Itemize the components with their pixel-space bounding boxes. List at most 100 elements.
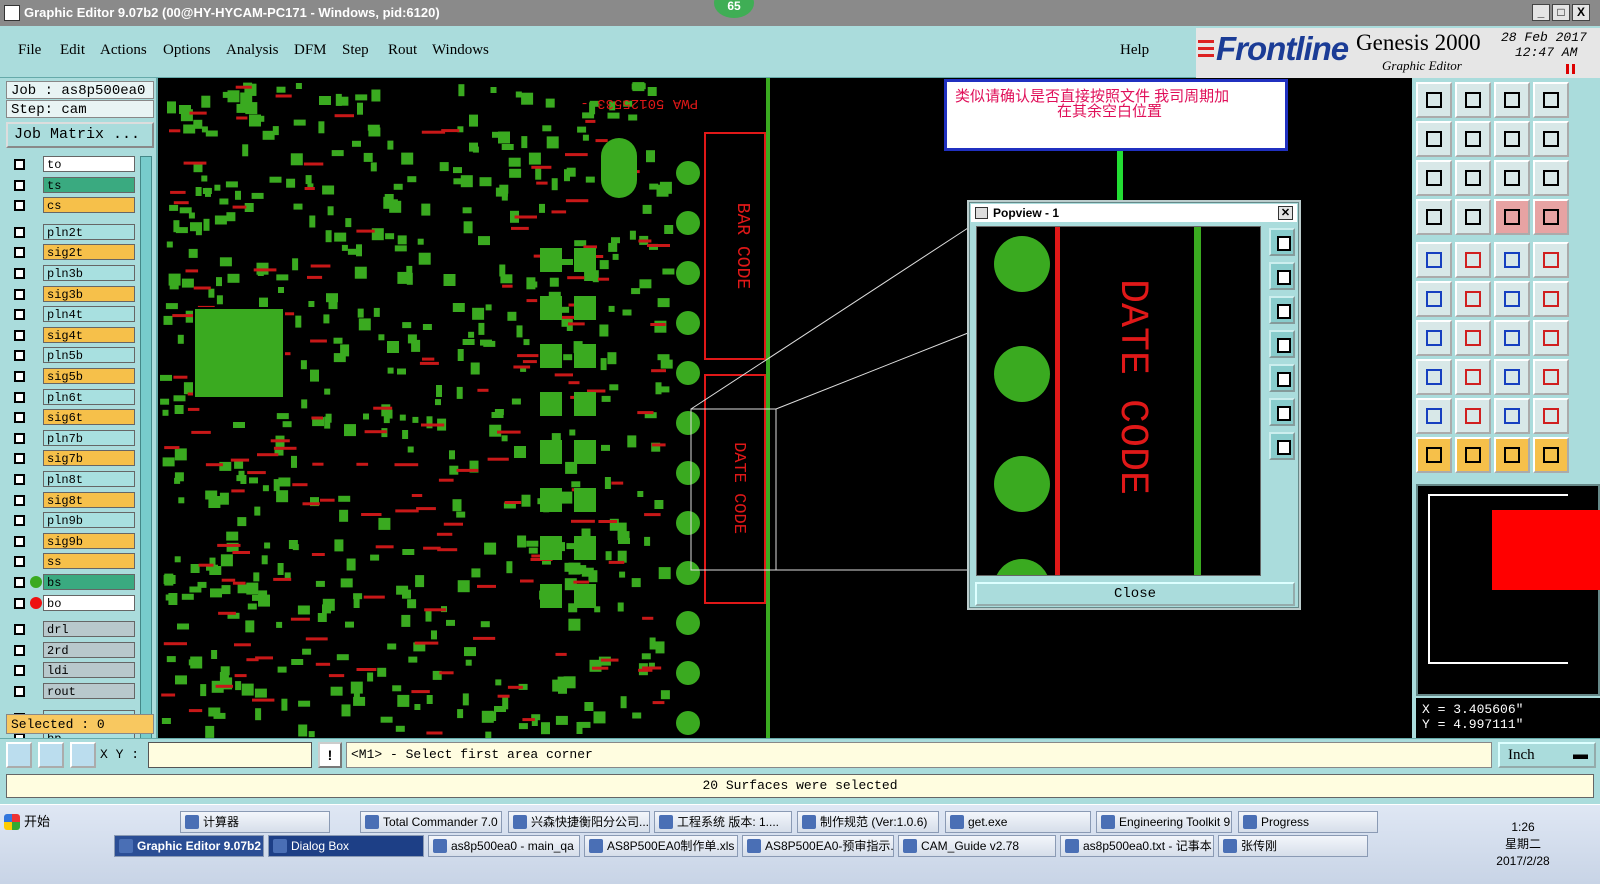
layer-checkbox[interactable] [14,247,25,259]
grid-icon[interactable] [70,742,96,768]
menu-analysis[interactable]: Analysis [226,42,279,59]
tool-button-r1-c2[interactable] [1455,82,1491,118]
tool-button-r3-c2[interactable] [1455,160,1491,196]
layer-row[interactable]: bo [10,594,135,611]
tool-button-r10-c1[interactable] [1416,437,1452,473]
layer-checkbox[interactable] [14,556,25,568]
taskbar-item[interactable]: Engineering Toolkit 9.... [1096,811,1232,833]
layer-checkbox[interactable] [14,226,25,238]
layer-row[interactable]: pln8t [10,471,135,487]
layer-row[interactable]: sig7b [10,450,135,467]
layer-row[interactable]: ldi [10,662,135,679]
menu-edit[interactable]: Edit [60,42,85,59]
unit-selector[interactable]: Inch ▬ [1498,742,1596,768]
layer-row[interactable]: ts [10,176,135,193]
tool-button-r9-c2[interactable] [1455,398,1491,434]
taskbar-item[interactable]: Progress [1238,811,1378,833]
layer-checkbox[interactable] [14,350,25,362]
tool-button-r3-c4[interactable] [1533,160,1569,196]
layer-row[interactable]: pln7b [10,429,135,446]
tool-button-r9-c3[interactable] [1494,398,1530,434]
tool-button-r7-c1[interactable] [1416,320,1452,356]
tool-button-r3-c1[interactable] [1416,160,1452,196]
tool-button-r8-c2[interactable] [1455,359,1491,395]
layer-row[interactable]: 2rd [10,641,135,658]
layer-list-scrollbar[interactable] [140,156,152,796]
layer-row[interactable]: sig9b [10,532,135,549]
menu-help[interactable]: Help [1120,42,1149,59]
snap-icon[interactable] [6,742,32,768]
tool-button-r10-c3[interactable] [1494,437,1530,473]
layer-row[interactable]: sig8t [10,491,135,508]
layer-checkbox[interactable] [14,288,25,300]
layer-checkbox[interactable] [14,329,25,341]
maximize-button[interactable]: □ [1552,4,1570,21]
layer-row[interactable]: pln6t [10,388,135,405]
layer-row[interactable]: rout [10,683,135,699]
tool-button-r7-c2[interactable] [1455,320,1491,356]
popview-tool-pan-up[interactable] [1269,262,1295,290]
layer-row[interactable]: pln4t [10,306,135,323]
layer-row[interactable]: sig2t [10,244,135,261]
tool-button-r8-c4[interactable] [1533,359,1569,395]
tool-button-r6-c3[interactable] [1494,281,1530,317]
popview-close-button[interactable]: Close [975,582,1295,606]
taskbar-item[interactable]: 计算器 [180,811,330,833]
tool-button-r8-c3[interactable] [1494,359,1530,395]
system-clock[interactable]: 1:26 星期二 2017/2/28 [1488,819,1558,870]
layer-checkbox[interactable] [14,474,25,485]
menu-actions[interactable]: Actions [100,42,147,59]
tool-button-r7-c3[interactable] [1494,320,1530,356]
taskbar-item[interactable]: CAM_Guide v2.78 [898,835,1056,857]
layer-checkbox[interactable] [14,179,25,191]
taskbar-item[interactable]: 兴森快捷衡阳分公司... [508,811,650,833]
taskbar-item[interactable]: as8p500ea0 - main_qa [428,835,580,857]
layer-row[interactable]: pln3b [10,265,135,281]
layer-row[interactable]: to [10,156,135,172]
taskbar-item[interactable]: get.exe [945,811,1091,833]
layer-checkbox[interactable] [14,535,25,547]
tool-button-r6-c2[interactable] [1455,281,1491,317]
tool-button-r9-c1[interactable] [1416,398,1452,434]
popview-close-icon[interactable]: ✕ [1278,206,1293,220]
xy-input[interactable] [148,742,312,768]
menu-step[interactable]: Step [342,42,369,59]
taskbar-item[interactable]: AS8P500EA0制作单.xls ... [584,835,738,857]
layer-row[interactable]: pln5b [10,347,135,364]
popview-tool-zoom-fit[interactable] [1269,228,1295,256]
tool-button-r8-c1[interactable] [1416,359,1452,395]
tool-button-r2-c4[interactable] [1533,121,1569,157]
tool-button-r7-c4[interactable] [1533,320,1569,356]
popview-tool-zoom-out[interactable] [1269,432,1295,460]
layer-row[interactable]: sig6t [10,409,135,426]
board-minimap[interactable] [1416,484,1600,696]
tool-button-r9-c4[interactable] [1533,398,1569,434]
menu-dfm[interactable]: DFM [294,42,327,59]
execute-button[interactable]: ! [318,742,342,768]
layer-row[interactable]: ss [10,553,135,570]
popview-tool-pan-down[interactable] [1269,296,1295,324]
taskbar-item[interactable]: 工程系统 版本: 1.... [654,811,792,833]
tool-button-r4-c4[interactable] [1533,199,1569,235]
tool-button-r10-c2[interactable] [1455,437,1491,473]
tool-button-r4-c1[interactable] [1416,199,1452,235]
tool-button-r5-c4[interactable] [1533,242,1569,278]
taskbar-item[interactable]: Dialog Box [268,835,424,857]
tool-button-r5-c2[interactable] [1455,242,1491,278]
taskbar-item[interactable]: 制作规范 (Ver:1.0.6) [797,811,939,833]
layer-checkbox[interactable] [14,453,25,465]
tool-button-r6-c1[interactable] [1416,281,1452,317]
start-button[interactable]: 开始 [2,811,60,833]
menu-options[interactable]: Options [163,42,211,59]
tool-button-r4-c2[interactable] [1455,199,1491,235]
menu-rout[interactable]: Rout [388,42,417,59]
layer-checkbox[interactable] [14,412,25,424]
tool-button-r2-c2[interactable] [1455,121,1491,157]
taskbar-item[interactable]: AS8P500EA0-预审指示.... [742,835,894,857]
tool-button-r2-c3[interactable] [1494,121,1530,157]
tool-button-r10-c4[interactable] [1533,437,1569,473]
layer-checkbox[interactable] [14,577,25,588]
layer-checkbox[interactable] [14,309,25,321]
layer-checkbox[interactable] [14,494,25,506]
tool-button-r5-c3[interactable] [1494,242,1530,278]
